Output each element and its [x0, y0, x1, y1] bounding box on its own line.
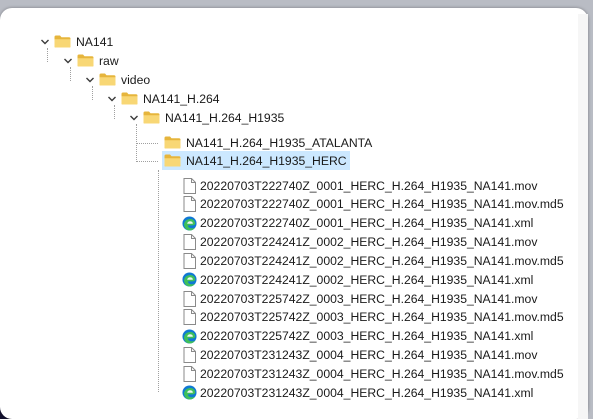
- folder-icon: [121, 92, 138, 105]
- file-name: 20220703T224241Z_0002_HERC_H.264_H1935_N…: [200, 272, 534, 287]
- tree-file-item[interactable]: 20220703T222740Z_0001_HERC_H.264_H1935_N…: [182, 214, 533, 233]
- folder-label: raw: [99, 53, 119, 68]
- folder-label: video: [121, 72, 151, 87]
- chevron-down-icon[interactable]: [85, 75, 95, 85]
- tree-folder-item[interactable]: NA141_H.264: [107, 89, 220, 108]
- folder-label: NA141_H.264_H1935_HERC: [186, 153, 347, 168]
- tree-connector: [158, 170, 159, 392]
- tree-file-item[interactable]: 20220703T224241Z_0002_HERC_H.264_H1935_N…: [183, 251, 564, 270]
- tree-connector: [136, 143, 158, 144]
- tree-folder-item[interactable]: NA141_H.264_H1935: [129, 108, 284, 127]
- tree-folder-item[interactable]: raw: [63, 51, 119, 70]
- tree-connector: [136, 161, 158, 162]
- tree-file-item[interactable]: 20220703T225742Z_0003_HERC_H.264_H1935_N…: [183, 289, 537, 308]
- tree-file-item[interactable]: 20220703T224241Z_0002_HERC_H.264_H1935_N…: [182, 270, 533, 289]
- tree-file-item[interactable]: 20220703T222740Z_0001_HERC_H.264_H1935_N…: [183, 176, 537, 195]
- edge-browser-icon: [182, 216, 197, 231]
- tree-file-item[interactable]: 20220703T225742Z_0003_HERC_H.264_H1935_N…: [182, 327, 533, 346]
- file-name: 20220703T225742Z_0003_HERC_H.264_H1935_N…: [200, 310, 564, 325]
- folder-icon: [77, 54, 94, 67]
- file-icon: [183, 196, 196, 213]
- chevron-down-icon[interactable]: [63, 56, 73, 66]
- file-name: 20220703T231243Z_0004_HERC_H.264_H1935_N…: [200, 385, 534, 400]
- file-icon: [183, 309, 196, 326]
- file-icon: [183, 366, 196, 382]
- tree-file-item[interactable]: 20220703T231243Z_0004_HERC_H.264_H1935_N…: [183, 365, 564, 384]
- file-name: 20220703T225742Z_0003_HERC_H.264_H1935_N…: [200, 329, 534, 344]
- folder-icon: [143, 111, 160, 124]
- folder-icon: [164, 136, 181, 149]
- file-name: 20220703T222740Z_0001_HERC_H.264_H1935_N…: [200, 197, 564, 212]
- file-name: 20220703T224241Z_0002_HERC_H.264_H1935_N…: [200, 253, 564, 268]
- tree-folder-item[interactable]: video: [85, 70, 150, 89]
- file-name: 20220703T231243Z_0004_HERC_H.264_H1935_N…: [200, 367, 564, 381]
- file-icon: [183, 234, 196, 251]
- chevron-down-icon[interactable]: [129, 113, 139, 123]
- folder-label: NA141_H.264_H1935: [165, 110, 285, 125]
- tree-file-item[interactable]: 20220703T224241Z_0002_HERC_H.264_H1935_N…: [183, 233, 537, 252]
- tree-file-item[interactable]: 20220703T231243Z_0004_HERC_H.264_H1935_N…: [182, 383, 533, 402]
- folder-icon: [164, 154, 181, 167]
- tree-file-item[interactable]: 20220703T225742Z_0003_HERC_H.264_H1935_N…: [183, 308, 564, 327]
- tree-file-item[interactable]: 20220703T231243Z_0004_HERC_H.264_H1935_N…: [183, 346, 537, 365]
- folder-label: NA141_H.264: [143, 91, 220, 106]
- tree-file-item[interactable]: 20220703T222740Z_0001_HERC_H.264_H1935_N…: [183, 195, 564, 214]
- folder-label: NA141: [76, 34, 114, 49]
- file-icon: [183, 252, 196, 269]
- file-name: 20220703T222740Z_0001_HERC_H.264_H1935_N…: [200, 216, 534, 231]
- file-name: 20220703T231243Z_0004_HERC_H.264_H1935_N…: [200, 348, 538, 363]
- tree-folder-item[interactable]: NA141: [40, 32, 113, 51]
- chevron-down-icon[interactable]: [40, 37, 50, 47]
- tree-folder-item[interactable]: NA141_H.264_H1935_HERC: [162, 151, 350, 170]
- tree-connector: [136, 124, 137, 160]
- file-name: 20220703T225742Z_0003_HERC_H.264_H1935_N…: [200, 291, 538, 306]
- chevron-down-icon[interactable]: [107, 94, 117, 104]
- folder-label: NA141_H.264_H1935_ATALANTA: [186, 135, 373, 150]
- file-icon: [183, 347, 196, 364]
- file-icon: [183, 177, 196, 194]
- edge-browser-icon: [182, 385, 197, 400]
- file-name: 20220703T224241Z_0002_HERC_H.264_H1935_N…: [200, 235, 538, 250]
- tree-folder-item[interactable]: NA141_H.264_H1935_ATALANTA: [164, 133, 372, 152]
- folder-icon: [54, 35, 71, 48]
- file-icon: [183, 290, 196, 307]
- edge-browser-icon: [182, 329, 197, 344]
- scrollbar-track[interactable]: [578, 14, 588, 419]
- edge-browser-icon: [182, 272, 197, 287]
- file-name: 20220703T222740Z_0001_HERC_H.264_H1935_N…: [200, 178, 538, 193]
- folder-icon: [99, 73, 116, 86]
